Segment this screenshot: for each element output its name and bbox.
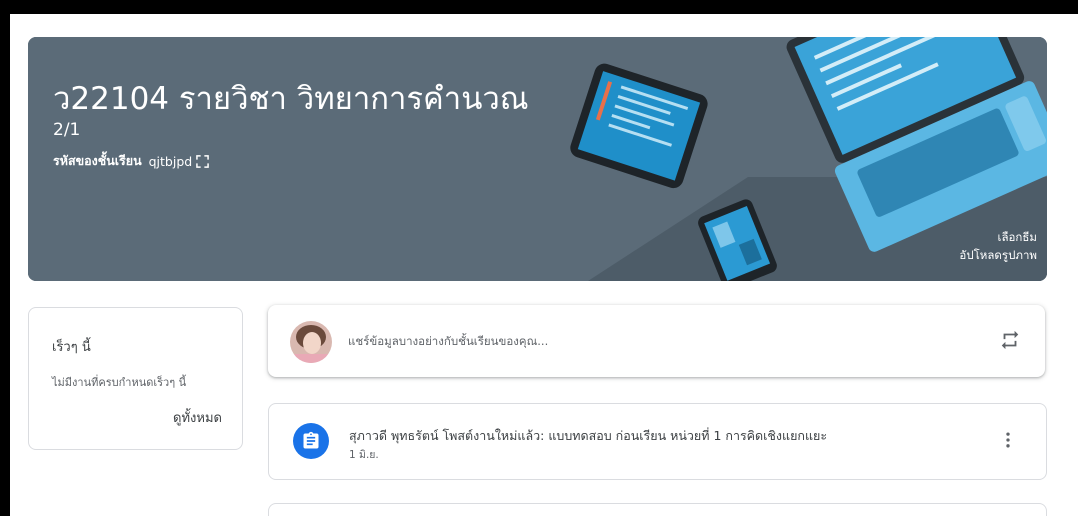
avatar [290, 321, 332, 363]
more-options-icon[interactable] [998, 430, 1018, 454]
class-code-label: รหัสของชั้นเรียน [53, 153, 142, 168]
class-code-row: รหัสของชั้นเรียน qjtbjpd [53, 151, 210, 171]
view-all-link[interactable]: ดูทั้งหมด [173, 407, 222, 428]
share-input[interactable]: แชร์ข้อมูลบางอย่างกับชั้นเรียนของคุณ... [348, 333, 548, 351]
class-section: 2/1 [53, 120, 81, 140]
upcoming-empty-text: ไม่มีงานที่ครบกำหนดเร็วๆ นี้ [52, 376, 187, 389]
repost-icon[interactable] [999, 329, 1021, 355]
class-title: ว22104 รายวิชา วิทยาการคำนวณ [53, 81, 529, 117]
upcoming-title: เร็วๆ นี้ [52, 340, 91, 355]
upcoming-card: เร็วๆ นี้ ไม่มีงานที่ครบกำหนดเร็วๆ นี้ ด… [28, 307, 243, 450]
class-banner: ว22104 รายวิชา วิทยาการคำนวณ 2/1 รหัสของ… [28, 37, 1047, 281]
upload-photo-link[interactable]: อัปโหลดรูปภาพ [959, 246, 1037, 264]
share-box[interactable]: แชร์ข้อมูลบางอย่างกับชั้นเรียนของคุณ... [268, 305, 1045, 377]
class-code-value: qjtbjpd [148, 153, 193, 169]
stream-post-partial[interactable] [268, 503, 1047, 516]
fullscreen-icon[interactable] [196, 154, 210, 168]
post-title[interactable]: สุภาวดี พุทธรัตน์ โพสต์งานใหม่แล้ว: แบบท… [349, 426, 827, 446]
classroom-page: ว22104 รายวิชา วิทยาการคำนวณ 2/1 รหัสของ… [10, 14, 1078, 516]
stream-post[interactable]: สุภาวดี พุทธรัตน์ โพสต์งานใหม่แล้ว: แบบท… [268, 403, 1047, 480]
post-date: 1 มิ.ย. [349, 449, 379, 461]
banner-actions: เลือกธีม อัปโหลดรูปภาพ [959, 228, 1037, 264]
assignment-icon [293, 423, 329, 459]
select-theme-link[interactable]: เลือกธีม [959, 228, 1037, 246]
